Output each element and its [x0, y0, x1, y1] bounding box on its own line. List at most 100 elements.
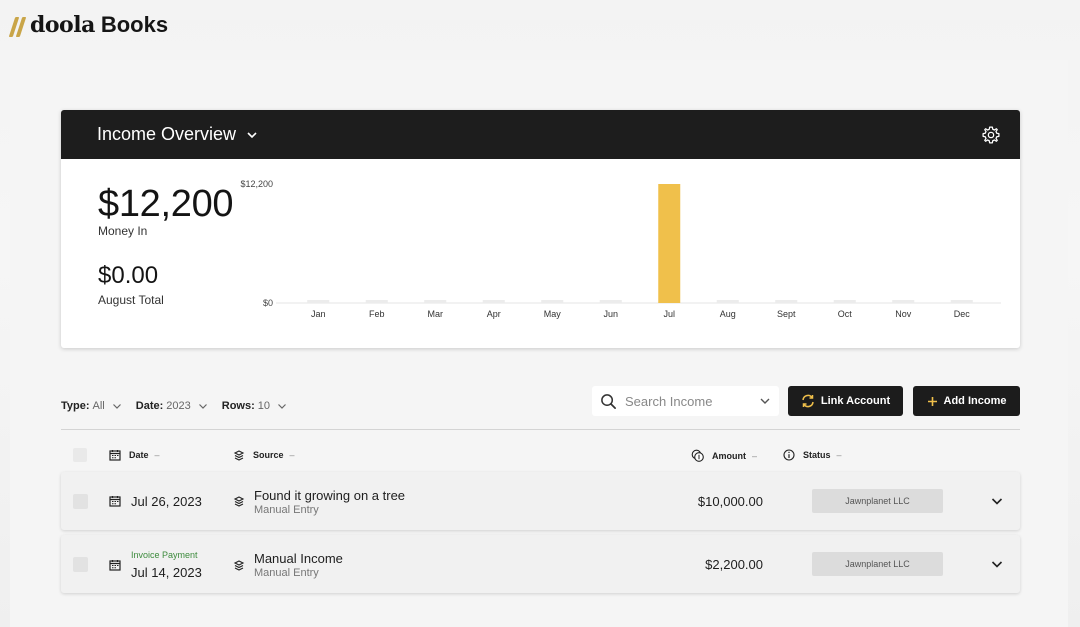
row-source: Found it growing on a tree: [254, 488, 406, 503]
chart-bar: [950, 300, 973, 303]
rows-filter-label: Rows:: [221, 400, 255, 412]
x-tick-label: Dec: [954, 309, 971, 319]
row-checkbox[interactable]: [73, 494, 88, 509]
date-filter-value: 2023: [166, 400, 191, 412]
x-tick-label: Feb: [369, 309, 385, 319]
row-amount: $10,000.00: [697, 494, 763, 509]
chart-bar: [365, 300, 388, 303]
type-filter[interactable]: Type: All: [61, 400, 122, 412]
x-tick-label: Apr: [487, 309, 501, 319]
x-tick-label: Jul: [663, 309, 675, 319]
type-filter-label: Type:: [61, 400, 90, 412]
date-column-header[interactable]: Date –: [109, 449, 160, 461]
select-all-checkbox[interactable]: [73, 448, 87, 462]
card-header: Income Overview: [61, 110, 1020, 159]
x-tick-label: Oct: [838, 309, 853, 319]
source-icon: [233, 559, 245, 571]
month-total-label: August Total: [98, 293, 164, 307]
rows-filter-value: 10: [257, 400, 271, 412]
month-total-value: $0.00: [98, 262, 159, 289]
chart-bar: [541, 300, 564, 303]
y-tick-label: $0: [263, 298, 273, 308]
x-tick-label: Jan: [311, 309, 326, 319]
x-tick-label: Sept: [777, 309, 796, 319]
link-account-button[interactable]: Link Account: [788, 386, 903, 416]
row-date: Jul 14, 2023: [131, 565, 202, 580]
add-income-label: Add Income: [943, 395, 1007, 407]
plus-icon: [927, 396, 938, 407]
row-amount: $2,200.00: [705, 557, 763, 572]
brand-name: doola: [30, 12, 95, 38]
money-in-label: Money In: [98, 224, 148, 238]
overview-title: Income Overview: [97, 124, 237, 144]
row-date: Jul 26, 2023: [131, 494, 202, 509]
status-column-header[interactable]: Status –: [783, 449, 842, 461]
income-overview-card: Income Overview $12,200 Money In $0.00 A…: [61, 110, 1020, 348]
gear-icon[interactable]: [980, 124, 1002, 146]
row-checkbox[interactable]: [73, 557, 88, 572]
date-header-label: Date: [129, 450, 149, 460]
chevron-down-icon[interactable]: [759, 395, 771, 407]
date-filter[interactable]: Date: 2023: [136, 400, 208, 412]
source-header-label: Source: [253, 450, 284, 460]
search-box: [592, 386, 779, 416]
chart-bar: [892, 300, 915, 303]
search-input[interactable]: [625, 393, 755, 409]
search-icon: [600, 393, 617, 410]
chart-bar: [599, 300, 622, 303]
overview-title-dropdown[interactable]: Income Overview: [97, 124, 258, 145]
rows-filter[interactable]: Rows: 10: [222, 400, 287, 412]
chevron-down-icon[interactable]: [990, 557, 1004, 571]
chart-bar: [424, 300, 447, 303]
chart-bar: [833, 300, 856, 303]
coins-icon: [691, 449, 704, 462]
filter-bar: Type: All Date: 2023 Rows: 10: [61, 400, 301, 412]
add-income-button[interactable]: Add Income: [913, 386, 1020, 416]
chevron-down-icon: [198, 401, 208, 411]
table-header: Date – Source – Amount – Status –: [61, 444, 1020, 468]
amount-column-header[interactable]: Amount –: [691, 449, 757, 462]
chevron-down-icon[interactable]: [990, 494, 1004, 508]
calendar-icon: [109, 495, 121, 507]
brand-product: Books: [100, 12, 169, 37]
source-icon: [233, 449, 245, 461]
source-column-header[interactable]: Source –: [233, 449, 295, 461]
source-icon: [233, 495, 245, 507]
table-row[interactable]: Invoice Payment Jul 14, 2023 Manual Inco…: [61, 535, 1020, 593]
chevron-down-icon: [112, 401, 122, 411]
row-source-sub: Manual Entry: [254, 504, 319, 516]
chevron-down-icon: [246, 129, 258, 141]
x-tick-label: Nov: [895, 309, 912, 319]
chart-bar: [307, 300, 330, 303]
x-tick-label: Jun: [603, 309, 618, 319]
x-tick-label: Aug: [720, 309, 736, 319]
row-source: Manual Income: [254, 551, 343, 566]
income-bar-chart: $12,200 $0 Jan Feb Mar Apr May Jun Jul Aug Sept Oct…: [240, 179, 1001, 319]
link-account-label: Link Account: [820, 395, 891, 407]
chart-bar: [482, 300, 505, 303]
chart-bar: [716, 300, 739, 303]
calendar-icon: [109, 449, 121, 461]
chart-bar: [775, 300, 798, 303]
table-row[interactable]: Jul 26, 2023 Found it growing on a tree …: [61, 472, 1020, 530]
calendar-icon: [109, 559, 121, 571]
status-header-label: Status: [803, 450, 831, 460]
row-tag: Invoice Payment: [131, 550, 198, 560]
top-bar: doola Books: [0, 0, 1080, 50]
date-filter-label: Date:: [135, 400, 164, 412]
type-filter-value: All: [92, 400, 105, 412]
status-badge: Jawnplanet LLC: [812, 489, 943, 513]
y-tick-label: $12,200: [240, 179, 273, 189]
chart-bar: [658, 184, 681, 303]
sync-icon: [801, 394, 815, 408]
x-tick-label: May: [544, 309, 562, 319]
status-badge: Jawnplanet LLC: [812, 552, 943, 576]
doola-logo-icon: [8, 13, 27, 37]
money-in-value: $12,200: [98, 183, 234, 225]
info-icon: [783, 449, 795, 461]
chevron-down-icon: [277, 401, 287, 411]
row-source-sub: Manual Entry: [254, 567, 319, 579]
divider: [61, 429, 1020, 430]
amount-header-label: Amount: [712, 450, 746, 461]
x-tick-label: Mar: [428, 309, 444, 319]
